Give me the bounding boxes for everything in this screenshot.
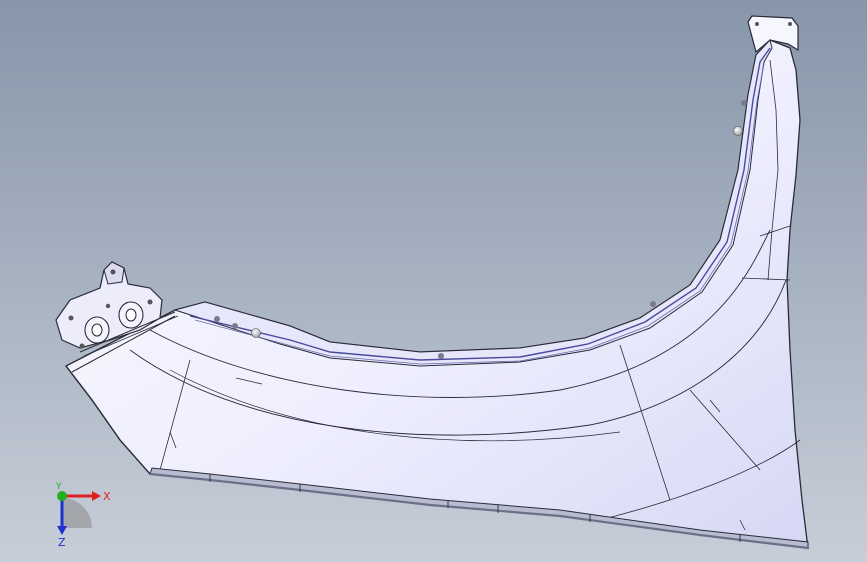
cad-viewport[interactable]: X Z Y bbox=[0, 0, 867, 562]
tab-hole bbox=[755, 22, 759, 26]
bolt-hole bbox=[91, 323, 103, 337]
axis-triad[interactable]: X Z Y bbox=[55, 482, 111, 549]
bracket-tab-hole bbox=[110, 269, 116, 275]
fender-part[interactable] bbox=[65, 15, 809, 550]
y-axis-arrow bbox=[57, 491, 67, 501]
z-axis-arrowhead bbox=[57, 526, 67, 535]
x-axis-arrowhead bbox=[92, 491, 101, 501]
bracket-hole bbox=[79, 343, 85, 349]
bracket-hole bbox=[147, 299, 153, 305]
triad-plane bbox=[62, 498, 92, 528]
bolt-hole bbox=[125, 308, 137, 322]
tab-hole bbox=[788, 22, 792, 26]
bracket-hole bbox=[68, 315, 74, 321]
x-axis-label: X bbox=[103, 490, 111, 503]
fender-model-view[interactable]: X Z Y bbox=[0, 0, 867, 562]
z-axis-label: Z bbox=[58, 536, 66, 549]
y-axis-label: Y bbox=[55, 482, 62, 492]
bracket-hole bbox=[105, 303, 111, 309]
